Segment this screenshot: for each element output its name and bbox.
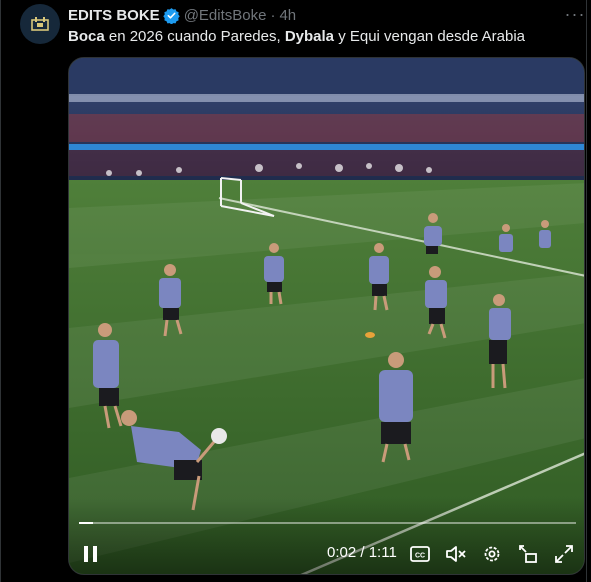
pip-icon[interactable] <box>516 542 540 566</box>
verified-badge-icon <box>162 7 180 24</box>
tweet-text: Boca en 2026 cuando Paredes, Dybala y Eq… <box>68 27 525 47</box>
captions-icon[interactable]: CC <box>408 542 432 566</box>
avatar[interactable] <box>20 4 60 44</box>
author-name[interactable]: EDITS BOKE <box>68 7 160 24</box>
video-duration: 1:11 <box>368 544 397 561</box>
video-player[interactable]: 0:02 / 1:11 CC <box>68 57 585 575</box>
more-options-icon[interactable]: ··· <box>563 4 587 24</box>
video-current-time: 0:02 <box>327 544 357 561</box>
video-progress-bar[interactable] <box>79 522 576 524</box>
volume-muted-icon[interactable] <box>444 542 468 566</box>
tweet-text-part: Boca <box>68 28 105 45</box>
separator-dot: · <box>270 6 276 24</box>
video-time-readout: 0:02 / 1:11 <box>327 544 397 561</box>
video-controls-overlay <box>69 498 584 574</box>
settings-gear-icon[interactable] <box>480 542 504 566</box>
video-progress-fill <box>79 522 93 524</box>
tweet-text-part: en 2026 cuando Paredes, <box>104 28 285 45</box>
author-handle[interactable]: @EditsBoke <box>184 7 267 24</box>
tweet-text-part: Dybala <box>284 28 335 45</box>
avatar-logo-icon <box>31 17 49 31</box>
pause-icon[interactable] <box>79 542 103 566</box>
timestamp[interactable]: 4h <box>279 7 296 24</box>
tweet-header: EDITS BOKE @EditsBoke · 4h <box>68 5 296 25</box>
fullscreen-icon[interactable] <box>552 542 576 566</box>
tweet-text-part: y Equi vengan desde Arabia <box>334 28 526 45</box>
video-time-separator: / <box>356 544 369 561</box>
timeline-border-right <box>586 0 587 582</box>
timeline-border-left <box>0 0 1 582</box>
svg-text:CC: CC <box>415 553 425 560</box>
